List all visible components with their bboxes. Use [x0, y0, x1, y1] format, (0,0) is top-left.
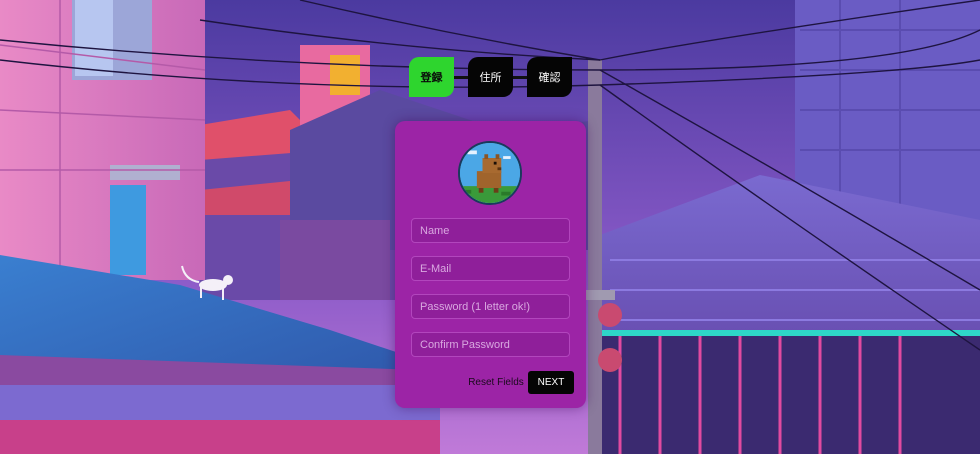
step-register[interactable]: 登録	[409, 57, 454, 97]
registration-stepper: 登録 住所 確認	[409, 57, 572, 97]
reset-fields-button[interactable]: Reset Fields	[465, 372, 527, 392]
confirm-password-input[interactable]	[411, 332, 570, 357]
next-button[interactable]: NEXT	[528, 371, 574, 394]
password-input[interactable]	[411, 294, 570, 319]
name-input[interactable]	[411, 218, 570, 243]
step-confirm[interactable]: 確認	[527, 57, 572, 97]
capybara-avatar-icon	[458, 141, 522, 205]
step-address[interactable]: 住所	[468, 57, 513, 97]
email-input[interactable]	[411, 256, 570, 281]
registration-card: Reset Fields NEXT	[395, 121, 586, 408]
